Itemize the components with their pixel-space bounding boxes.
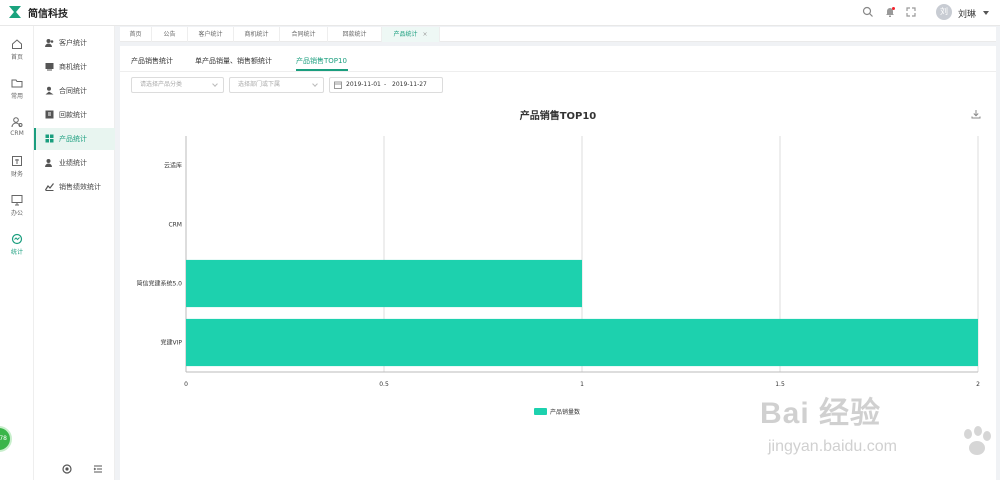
- monitor-icon: [11, 195, 23, 206]
- subnav-label: 合同统计: [59, 87, 87, 95]
- finance-icon: [12, 156, 22, 166]
- user-menu-caret-icon[interactable]: [983, 11, 989, 15]
- x-tick-label: 0.5: [379, 381, 389, 388]
- payment-icon: [45, 110, 54, 119]
- rail-item-finance[interactable]: 财务: [0, 155, 34, 187]
- page-tab-label: 合同统计: [291, 31, 316, 38]
- contract-icon: [45, 86, 54, 95]
- subnav-label: 业绩统计: [59, 159, 87, 167]
- customer-icon: [45, 39, 54, 47]
- watermark-paw-icon: [964, 426, 991, 455]
- floating-assist-button[interactable]: 78: [0, 426, 12, 452]
- subnav-label: 商机统计: [59, 63, 87, 71]
- collapse-menu-icon[interactable]: [93, 464, 103, 474]
- rail-item-common[interactable]: 常用: [0, 77, 34, 109]
- search-icon[interactable]: [862, 6, 874, 18]
- y-category-label: CRM: [168, 222, 182, 229]
- y-category-label: 党建VIP: [161, 339, 183, 347]
- watermark-text: Bai 经验: [760, 397, 882, 430]
- subnav-item-customer[interactable]: 客户统计: [34, 32, 115, 54]
- page-tab-product-stats[interactable]: 产品统计 ×: [382, 27, 440, 42]
- page-tab-opportunity-stats[interactable]: 商机统计: [234, 27, 280, 42]
- opportunity-icon: [45, 63, 54, 71]
- page-tab-notice[interactable]: 公告: [152, 27, 188, 42]
- page-tab-customer-stats[interactable]: 客户统计: [188, 27, 234, 42]
- rail-item-stats[interactable]: 统计: [0, 233, 34, 265]
- rail-item-crm[interactable]: CRM: [0, 116, 34, 148]
- legend-label[interactable]: 产品销量数: [550, 407, 580, 416]
- avatar[interactable]: 刘: [936, 4, 952, 20]
- page-tab-label: 商机统计: [244, 31, 269, 38]
- page-tab-contract-stats[interactable]: 合同统计: [280, 27, 328, 42]
- rail-label: 统计: [10, 249, 23, 256]
- stats-icon: [11, 233, 23, 245]
- rail-label: 办公: [10, 210, 23, 217]
- subnav-item-contract[interactable]: 合同统计: [34, 80, 115, 102]
- rail-label: 常用: [10, 93, 23, 100]
- legend-swatch[interactable]: [534, 408, 547, 415]
- page-tab-payment-stats[interactable]: 回款统计: [328, 27, 382, 42]
- settings-icon[interactable]: [62, 464, 72, 474]
- subnav-label: 产品统计: [59, 135, 87, 143]
- top-bar: 简信科技 刘 刘琳: [0, 0, 1000, 26]
- bar: [186, 318, 978, 367]
- folder-icon: [11, 79, 23, 88]
- rail-label: CRM: [10, 130, 24, 137]
- page-tab-label: 回款统计: [342, 31, 367, 38]
- page-tab-label: 公告: [163, 31, 176, 38]
- subnav-item-performance[interactable]: 业绩统计: [34, 152, 115, 174]
- x-tick-label: 1: [580, 381, 584, 388]
- tab-close-icon[interactable]: ×: [422, 31, 427, 38]
- subnav-label: 销售绩效统计: [59, 183, 101, 191]
- subnav-item-sales-kpi[interactable]: 销售绩效统计: [34, 176, 115, 198]
- rail-label: 财务: [10, 171, 23, 178]
- page-tab-label: 首页: [129, 31, 142, 38]
- bar: [186, 259, 582, 308]
- page-tab-label: 客户统计: [198, 31, 223, 38]
- x-tick-label: 2: [976, 381, 980, 388]
- module-rail: 首页 常用 CRM 财务 办公 统计 78: [0, 26, 34, 480]
- stats-subnav: 客户统计 商机统计 合同统计 回款统计 产品统计 业绩统计 销售绩效统计: [34, 26, 115, 480]
- rail-item-office[interactable]: 办公: [0, 194, 34, 226]
- crm-users-icon: [11, 117, 23, 128]
- page-tab-home[interactable]: 首页: [120, 27, 152, 42]
- home-icon: [12, 39, 22, 49]
- rail-item-home[interactable]: 首页: [0, 38, 34, 70]
- user-name[interactable]: 刘琳: [958, 7, 976, 20]
- x-tick-label: 0: [184, 381, 188, 388]
- fullscreen-icon[interactable]: [905, 6, 917, 18]
- subnav-item-payment[interactable]: 回款统计: [34, 104, 115, 126]
- rail-label: 首页: [10, 54, 23, 61]
- sales-kpi-icon: [45, 183, 54, 191]
- page-tab-label: 产品统计: [393, 31, 418, 38]
- x-tick-label: 1.5: [775, 381, 785, 388]
- page-tab-strip: 首页 公告 客户统计 商机统计 合同统计 回款统计 产品统计 ×: [120, 27, 996, 42]
- subnav-item-product[interactable]: 产品统计: [34, 128, 115, 150]
- bell-icon[interactable]: [884, 6, 896, 18]
- product-icon: [45, 134, 54, 143]
- logo-icon: [9, 6, 21, 18]
- subnav-label: 回款统计: [59, 111, 87, 119]
- performance-icon: [45, 159, 52, 167]
- watermark-url: jingyan.baidu.com: [768, 438, 897, 455]
- y-category-label: 简信党建系统5.0: [136, 280, 182, 288]
- subnav-item-opportunity[interactable]: 商机统计: [34, 56, 115, 78]
- y-category-label: 云适库: [164, 162, 182, 170]
- subnav-label: 客户统计: [59, 39, 87, 47]
- app-title: 简信科技: [28, 9, 68, 20]
